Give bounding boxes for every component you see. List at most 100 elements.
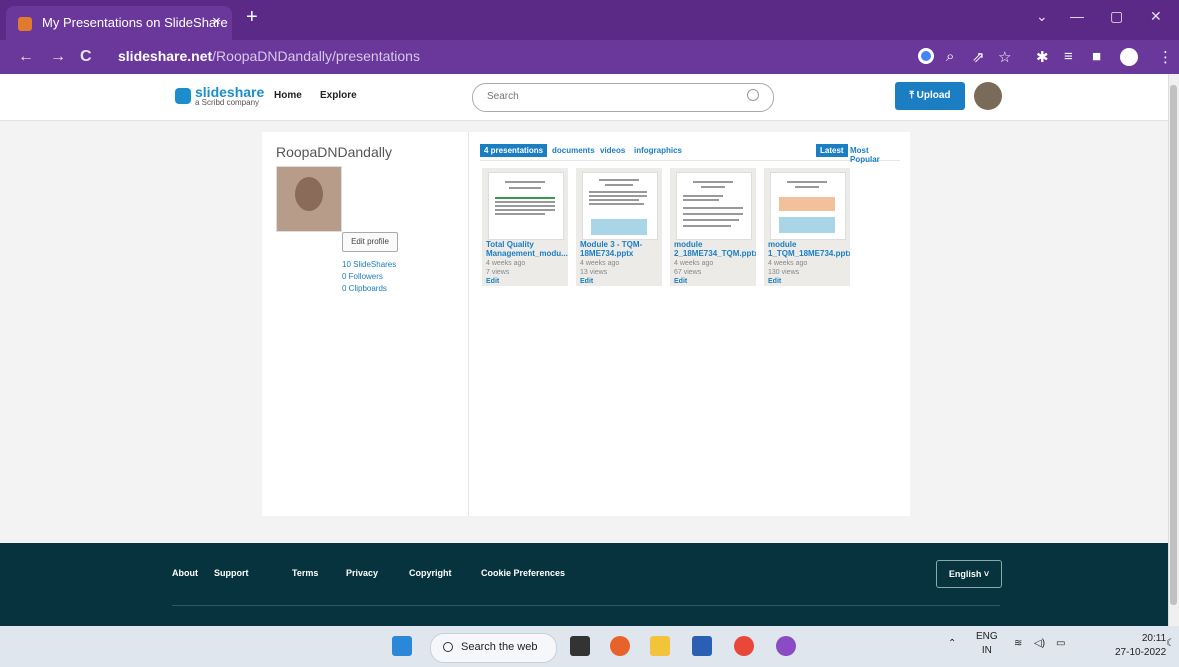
language-select[interactable]: English ˅	[936, 560, 1002, 588]
clock[interactable]: 20:11 27-10-2022	[1115, 632, 1166, 660]
presentation-card[interactable]: Module 3 - TQM- 18ME734.pptx 4 weeks ago…	[576, 168, 662, 286]
wifi-icon[interactable]: ≋	[1014, 638, 1022, 649]
edit-link[interactable]: Edit	[768, 278, 781, 285]
edit-link[interactable]: Edit	[580, 278, 593, 285]
site-footer: About Support Terms Privacy Copyright Co…	[0, 543, 1168, 626]
zoom-icon[interactable]: ⌕	[946, 48, 954, 65]
presentation-card[interactable]: Total Quality Management_modu... 4 weeks…	[482, 168, 568, 286]
clock-time: 20:11	[1141, 633, 1167, 644]
tab-documents[interactable]: documents	[552, 146, 595, 155]
windows-start-icon[interactable]	[392, 636, 412, 656]
new-tab-button[interactable]: +	[246, 6, 258, 29]
footer-link-about[interactable]: About	[172, 568, 198, 578]
footer-link-privacy[interactable]: Privacy	[346, 568, 378, 578]
nav-home[interactable]: Home	[274, 90, 302, 101]
presentation-views: 67 views	[674, 269, 702, 276]
edit-link[interactable]: Edit	[486, 278, 499, 285]
site-header: slideshare a Scribd company Home Explore…	[0, 74, 1168, 121]
url-path: /RoopaDNDandally/presentations	[212, 48, 420, 64]
presentation-thumbnail[interactable]	[676, 172, 752, 240]
upload-label: Upload	[916, 90, 951, 101]
presentation-thumbnail[interactable]	[582, 172, 658, 240]
footer-link-cookie-preferences[interactable]: Cookie Preferences	[481, 568, 565, 578]
profile-photo	[276, 166, 342, 232]
profile-sidebar: RoopaDNDandally Edit profile 10 SlideSha…	[262, 132, 469, 516]
profile-username[interactable]: RoopaDNDandally	[276, 144, 392, 160]
slideshare-favicon-icon	[18, 17, 32, 31]
language-indicator[interactable]: ENG IN	[976, 630, 998, 658]
search-input[interactable]	[485, 90, 729, 103]
menu-kebab-icon[interactable]: ⋮	[1158, 48, 1173, 66]
search-icon[interactable]	[747, 89, 759, 101]
google-icon[interactable]	[918, 48, 934, 64]
battery-icon[interactable]: ▭	[1056, 638, 1065, 649]
tab-search-icon[interactable]: ⌄	[1036, 8, 1048, 25]
presentation-age: 4 weeks ago	[674, 260, 714, 267]
edit-link[interactable]: Edit	[674, 278, 687, 285]
firefox-icon[interactable]	[610, 636, 630, 656]
content-tabs: 4 presentations documents videos infogra…	[480, 144, 900, 164]
presentation-card[interactable]: module 2_18ME734_TQM.pptx 4 weeks ago 67…	[670, 168, 756, 286]
presentation-title[interactable]: module 2_18ME734_TQM.pptx	[674, 240, 756, 258]
chrome-icon[interactable]	[734, 636, 754, 656]
sort-latest[interactable]: Latest	[816, 144, 848, 157]
footer-link-support[interactable]: Support	[214, 568, 249, 578]
url-field[interactable]: slideshare.net/RoopaDNDandally/presentat…	[118, 48, 420, 64]
profile-avatar-icon[interactable]	[1120, 48, 1138, 66]
forward-button[interactable]: →	[50, 48, 66, 66]
search-box[interactable]	[472, 83, 774, 112]
clock-date: 27-10-2022	[1115, 647, 1167, 658]
footer-link-terms[interactable]: Terms	[292, 568, 318, 578]
footer-divider	[172, 605, 1000, 606]
back-button[interactable]: ←	[18, 48, 34, 66]
minimize-button[interactable]: —	[1070, 8, 1084, 24]
user-avatar[interactable]	[974, 82, 1002, 110]
edit-profile-button[interactable]: Edit profile	[342, 232, 398, 252]
lang-top: ENG	[976, 631, 998, 642]
task-view-icon[interactable]	[570, 636, 590, 656]
presentation-card[interactable]: module 1_TQM_18ME734.pptx 4 weeks ago 13…	[764, 168, 850, 286]
footer-link-copyright[interactable]: Copyright	[409, 568, 452, 578]
tab-videos[interactable]: videos	[600, 146, 625, 155]
presentation-title[interactable]: Module 3 - TQM- 18ME734.pptx	[580, 240, 662, 258]
scrollbar-thumb[interactable]	[1170, 85, 1177, 605]
reading-list-icon[interactable]: ≡	[1064, 48, 1073, 65]
stat-clipboards[interactable]: 0 Clipboards	[342, 284, 387, 293]
taskbar-search-label: Search the web	[461, 641, 538, 653]
taskbar-search[interactable]: Search the web	[430, 633, 557, 663]
nav-explore[interactable]: Explore	[320, 90, 357, 101]
reload-button[interactable]: C	[80, 48, 92, 66]
url-host: slideshare.net	[118, 48, 213, 64]
extensions-icon[interactable]: ✱	[1036, 48, 1049, 66]
presentation-age: 4 weeks ago	[580, 260, 620, 267]
windows-taskbar: Search the web ⌃ ENG IN ≋ ◁) ▭ 20:11 27-1…	[0, 626, 1179, 667]
word-icon[interactable]	[692, 636, 712, 656]
presentation-thumbnail[interactable]	[770, 172, 846, 240]
upload-icon: ⤒	[909, 90, 917, 101]
sort-most-popular[interactable]: Most Popular	[850, 146, 900, 164]
presentation-title[interactable]: module 1_TQM_18ME734.pptx	[768, 240, 850, 258]
share-icon[interactable]: ⇗	[972, 48, 985, 66]
tab-close-icon[interactable]: ×	[212, 13, 221, 30]
restore-button[interactable]: ▢	[1110, 8, 1123, 25]
tab-infographics[interactable]: infographics	[634, 146, 682, 155]
slideshare-logo-icon	[175, 88, 191, 104]
volume-icon[interactable]: ◁)	[1034, 638, 1045, 649]
search-icon	[443, 642, 453, 652]
bookmark-star-icon[interactable]: ☆	[998, 48, 1011, 66]
stat-slideshares[interactable]: 10 SlideShares	[342, 260, 396, 269]
chrome-profile-icon[interactable]	[776, 636, 796, 656]
side-panel-icon[interactable]: ■	[1092, 48, 1101, 65]
presentation-thumbnail[interactable]	[488, 172, 564, 240]
upload-button[interactable]: ⤒ Upload	[895, 82, 965, 110]
notification-icon[interactable]: ☾	[1166, 638, 1175, 649]
close-window-button[interactable]: ✕	[1150, 8, 1162, 25]
presentation-age: 4 weeks ago	[768, 260, 808, 267]
browser-tab[interactable]: My Presentations on SlideShare ×	[6, 6, 232, 40]
stat-followers[interactable]: 0 Followers	[342, 272, 383, 281]
tab-presentations[interactable]: 4 presentations	[480, 144, 548, 157]
tray-chevron-icon[interactable]: ⌃	[948, 638, 956, 649]
file-explorer-icon[interactable]	[650, 636, 670, 656]
presentation-title[interactable]: Total Quality Management_modu...	[486, 240, 568, 258]
presentation-age: 4 weeks ago	[486, 260, 526, 267]
